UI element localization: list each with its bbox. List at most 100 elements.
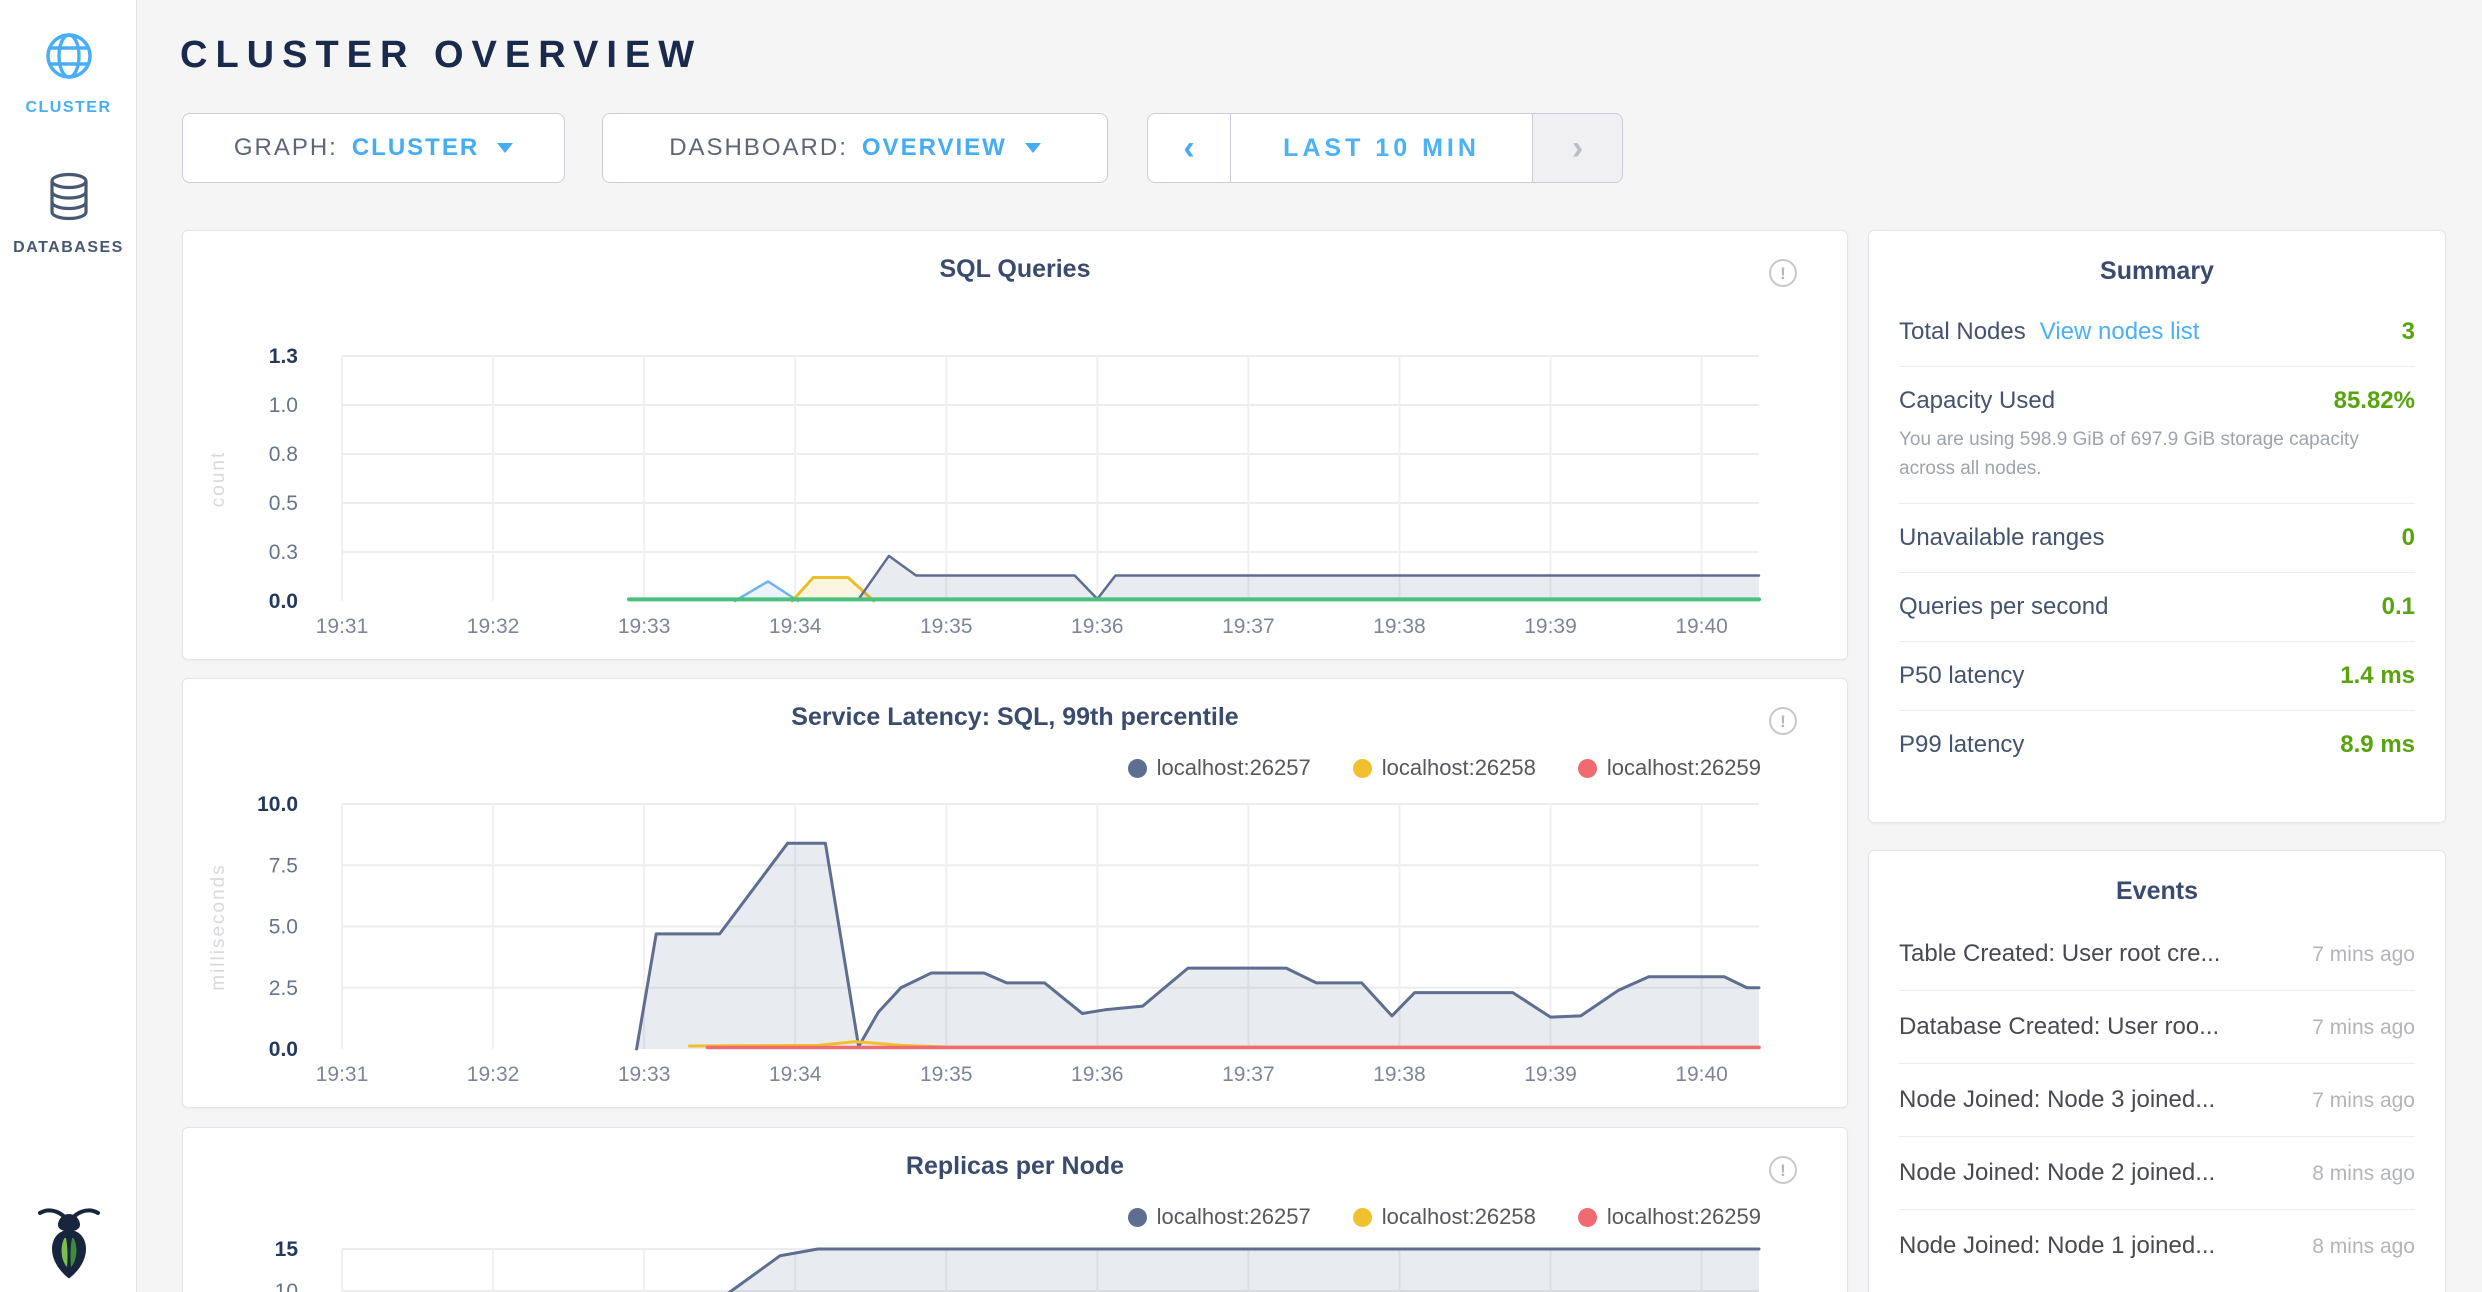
cluster-overview-page: CLUSTER DATABASES xyxy=(0,0,2482,1292)
summary-rows: Total Nodes View nodes list 3 Capacity Used… xyxy=(1899,298,2415,779)
sidebar-item-cluster[interactable]: CLUSTER xyxy=(0,28,137,117)
sidebar-item-label: CLUSTER xyxy=(0,99,137,117)
summary-row-description: You are using 598.9 GiB of 697.9 GiB sto… xyxy=(1899,425,2379,483)
chart-canvas[interactable]: 0.0 2.5 5.0 7.5 10.0 19:31 19:32 19:33 19:34 19:3… xyxy=(183,679,1849,1109)
summary-row-label: Capacity Used xyxy=(1899,387,2055,415)
svg-text:19:33: 19:33 xyxy=(618,615,671,638)
events-panel: Events Table Created: User root cre... 7 … xyxy=(1868,850,2446,1292)
svg-text:19:40: 19:40 xyxy=(1675,615,1728,638)
svg-text:19:31: 19:31 xyxy=(316,1063,369,1086)
svg-text:10: 10 xyxy=(275,1280,298,1292)
event-time: 7 mins ago xyxy=(2298,943,2415,967)
time-range-prev-button[interactable]: ‹ xyxy=(1148,114,1231,182)
database-icon xyxy=(42,211,96,228)
svg-text:5.0: 5.0 xyxy=(269,916,298,939)
svg-text:19:37: 19:37 xyxy=(1222,1063,1275,1086)
svg-text:0.5: 0.5 xyxy=(269,492,298,515)
dashboard-dropdown[interactable]: DASHBOARD: OVERVIEW xyxy=(602,113,1108,183)
svg-text:0.0: 0.0 xyxy=(269,1038,298,1061)
svg-text:19:40: 19:40 xyxy=(1675,1063,1728,1086)
summary-row-value: 3 xyxy=(2402,318,2415,346)
svg-text:19:32: 19:32 xyxy=(467,1063,520,1086)
sidebar-item-databases[interactable]: DATABASES xyxy=(0,170,137,257)
event-text: Node Joined: Node 1 joined... xyxy=(1899,1232,2215,1260)
svg-text:19:31: 19:31 xyxy=(316,615,369,638)
svg-text:19:35: 19:35 xyxy=(920,1063,973,1086)
summary-panel: Summary Total Nodes View nodes list 3 Capac… xyxy=(1868,230,2446,823)
chevron-down-icon xyxy=(497,143,513,153)
service-latency-chart-card: Service Latency: SQL, 99th percentile ! … xyxy=(182,678,1848,1108)
time-range-next-button[interactable]: › xyxy=(1532,114,1622,182)
chart-canvas[interactable]: 0.0 0.3 0.5 0.8 1.0 1.3 19:31 19:32 19:33 19:34 19… xyxy=(183,231,1849,661)
event-time: 8 mins ago xyxy=(2298,1235,2415,1259)
summary-row-value: 0 xyxy=(2402,524,2415,552)
cockroachdb-logo xyxy=(0,1204,137,1285)
summary-row: Queries per second 0.1 xyxy=(1899,572,2415,641)
event-text: Node Joined: Node 2 joined... xyxy=(1899,1159,2215,1187)
svg-text:19:35: 19:35 xyxy=(920,615,973,638)
events-title: Events xyxy=(1869,877,2445,906)
svg-text:19:33: 19:33 xyxy=(618,1063,671,1086)
replicas-per-node-chart-card: Replicas per Node ! localhost:26257local… xyxy=(182,1127,1848,1292)
chart-canvas[interactable]: 1015 xyxy=(183,1128,1849,1292)
summary-row-value: 0.1 xyxy=(2382,593,2415,621)
chevron-left-icon: ‹ xyxy=(1183,129,1194,168)
events-list: Table Created: User root cre... 7 mins ag… xyxy=(1899,918,2415,1282)
graph-dropdown-label: GRAPH: xyxy=(234,134,338,162)
dashboard-dropdown-label: DASHBOARD: xyxy=(669,134,848,162)
svg-text:19:38: 19:38 xyxy=(1373,1063,1426,1086)
svg-text:19:34: 19:34 xyxy=(769,615,822,638)
summary-row-value: 1.4 ms xyxy=(2340,662,2415,690)
event-text: Table Created: User root cre... xyxy=(1899,940,2220,968)
svg-text:0.0: 0.0 xyxy=(269,590,298,613)
graph-dropdown-value: CLUSTER xyxy=(352,134,479,162)
event-text: Database Created: User roo... xyxy=(1899,1013,2219,1041)
dashboard-dropdown-value: OVERVIEW xyxy=(862,134,1007,162)
event-row: Database Created: User roo... 7 mins ago xyxy=(1899,990,2415,1063)
svg-text:19:37: 19:37 xyxy=(1222,615,1275,638)
svg-text:0.3: 0.3 xyxy=(269,541,298,564)
summary-row-label: P50 latency xyxy=(1899,662,2024,690)
time-range-selector: ‹ LAST 10 MIN › xyxy=(1147,113,1623,183)
sidebar: CLUSTER DATABASES xyxy=(0,0,137,1292)
event-time: 8 mins ago xyxy=(2298,1162,2415,1186)
svg-text:19:32: 19:32 xyxy=(467,615,520,638)
svg-text:7.5: 7.5 xyxy=(269,854,298,877)
event-row: Node Joined: Node 1 joined... 8 mins ago xyxy=(1899,1209,2415,1282)
summary-title: Summary xyxy=(1869,257,2445,286)
event-row: Node Joined: Node 3 joined...7 mins ago xyxy=(1899,1063,2415,1136)
svg-text:19:39: 19:39 xyxy=(1524,1063,1577,1086)
summary-row: P99 latency 8.9 ms xyxy=(1899,710,2415,779)
event-row: Table Created: User root cre... 7 mins ag… xyxy=(1899,918,2415,990)
summary-row-value: 8.9 ms xyxy=(2340,731,2415,759)
svg-text:2.5: 2.5 xyxy=(269,977,298,1000)
summary-row-label: Queries per second xyxy=(1899,593,2108,621)
svg-text:19:39: 19:39 xyxy=(1524,615,1577,638)
svg-text:19:36: 19:36 xyxy=(1071,615,1124,638)
time-range-label[interactable]: LAST 10 MIN xyxy=(1231,114,1532,182)
summary-row: Unavailable ranges 0 xyxy=(1899,503,2415,572)
chevron-down-icon xyxy=(1025,143,1041,153)
view-nodes-list-link[interactable]: View nodes list xyxy=(2040,318,2200,346)
svg-text:1.0: 1.0 xyxy=(269,394,298,417)
graph-dropdown[interactable]: GRAPH: CLUSTER xyxy=(182,113,565,183)
svg-text:19:34: 19:34 xyxy=(769,1063,822,1086)
svg-text:1.3: 1.3 xyxy=(269,345,298,368)
summary-row: Total Nodes View nodes list 3 xyxy=(1899,298,2415,366)
svg-text:19:38: 19:38 xyxy=(1373,615,1426,638)
summary-row-label: Unavailable ranges xyxy=(1899,524,2104,552)
sql-queries-chart-card: SQL Queries ! count 0.00.30.50.81.01.319… xyxy=(182,230,1848,660)
summary-row-label: P99 latency xyxy=(1899,731,2024,759)
globe-icon xyxy=(41,71,97,88)
svg-text:19:36: 19:36 xyxy=(1071,1063,1124,1086)
event-text: Node Joined: Node 3 joined... xyxy=(1899,1086,2215,1114)
svg-text:10.0: 10.0 xyxy=(257,793,298,816)
sidebar-item-label: DATABASES xyxy=(0,239,137,257)
svg-text:0.8: 0.8 xyxy=(269,443,298,466)
summary-row-label: Total Nodes xyxy=(1899,318,2026,346)
summary-row-value: 85.82% xyxy=(2334,387,2415,415)
summary-row: P50 latency 1.4 ms xyxy=(1899,641,2415,710)
page-title: CLUSTER OVERVIEW xyxy=(180,34,702,77)
event-time: 7 mins ago xyxy=(2298,1016,2415,1040)
event-row: Node Joined: Node 2 joined... 8 mins ago xyxy=(1899,1136,2415,1209)
